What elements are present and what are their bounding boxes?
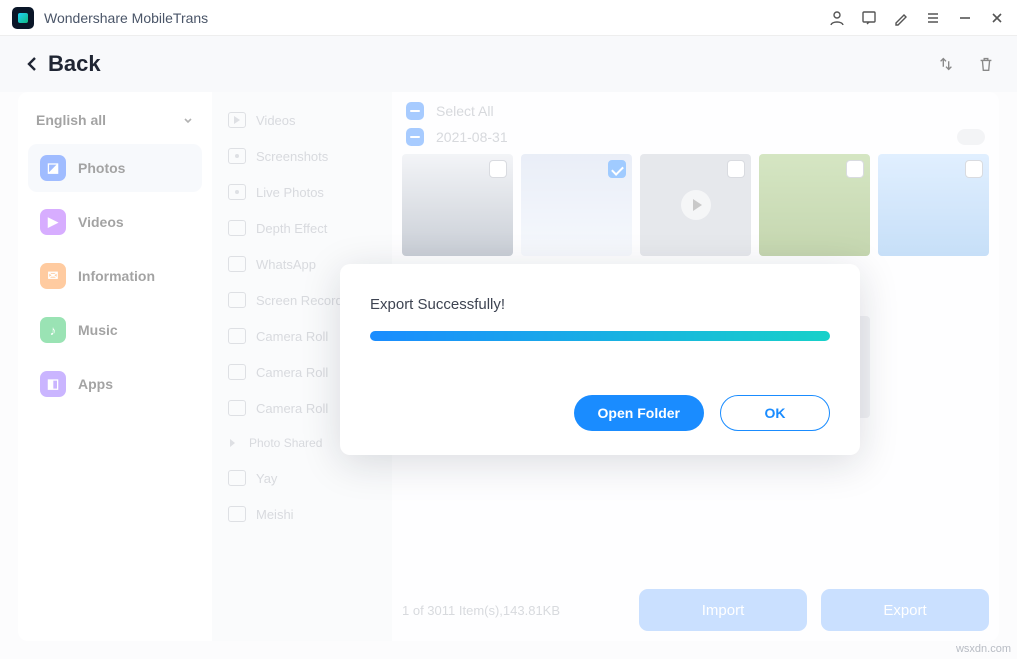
feedback-icon[interactable]	[861, 10, 877, 26]
thumb-checkbox[interactable]	[727, 160, 745, 178]
category-label: Videos	[256, 113, 296, 128]
language-selector[interactable]: English all	[28, 106, 202, 144]
play-icon	[681, 190, 711, 220]
trash-icon[interactable]	[977, 55, 995, 73]
chevron-left-icon	[22, 54, 42, 74]
select-all-label: Select All	[436, 103, 494, 119]
category-label: Camera Roll	[256, 365, 328, 380]
information-icon: ✉	[40, 263, 66, 289]
folder-icon	[228, 470, 246, 486]
open-folder-button[interactable]: Open Folder	[574, 395, 704, 431]
modal-title: Export Successfully!	[370, 296, 830, 313]
folder-icon	[228, 400, 246, 416]
category-label: Yay	[256, 471, 277, 486]
export-button[interactable]: Export	[821, 589, 989, 631]
select-all-checkbox[interactable]	[406, 102, 424, 120]
folder-icon	[228, 112, 246, 128]
sidebar-item-music[interactable]: ♪ Music	[28, 306, 202, 354]
sidebar-item-apps[interactable]: ◧ Apps	[28, 360, 202, 408]
app-title: Wondershare MobileTrans	[44, 10, 208, 26]
watermark: wsxdn.com	[956, 643, 1011, 655]
thumb-checkbox[interactable]	[489, 160, 507, 178]
category-label: Camera Roll	[256, 401, 328, 416]
account-icon[interactable]	[829, 10, 845, 26]
button-label: Open Folder	[598, 405, 680, 421]
content-footer: 1 of 3011 Item(s),143.81KB Import Export	[402, 579, 989, 631]
back-button[interactable]: Back	[22, 51, 101, 77]
sidebar-item-label: Apps	[78, 376, 113, 392]
selection-info: 1 of 3011 Item(s),143.81KB	[402, 603, 560, 618]
sidebar-item-photos[interactable]: ◪ Photos	[28, 144, 202, 192]
sidebar-item-label: Videos	[78, 214, 124, 230]
folder-icon	[228, 256, 246, 272]
category-label: Camera Roll	[256, 329, 328, 344]
music-icon: ♪	[40, 317, 66, 343]
thumb-checkbox[interactable]	[846, 160, 864, 178]
folder-icon	[228, 220, 246, 236]
back-label: Back	[48, 51, 101, 77]
topbar: Back	[0, 36, 1017, 92]
refresh-icon[interactable]	[937, 55, 955, 73]
category-label: Photo Shared	[249, 436, 322, 450]
close-icon[interactable]	[989, 10, 1005, 26]
category-yay[interactable]: Yay	[216, 460, 388, 496]
category-label: Meishi	[256, 507, 294, 522]
videos-icon: ▶	[40, 209, 66, 235]
sidebar-item-label: Information	[78, 268, 155, 284]
category-label: Live Photos	[256, 185, 324, 200]
date-count-badge	[957, 129, 985, 145]
thumbnail[interactable]	[640, 154, 751, 256]
titlebar: Wondershare MobileTrans	[0, 0, 1017, 36]
folder-icon	[228, 506, 246, 522]
minimize-icon[interactable]	[957, 10, 973, 26]
date-label: 2021-08-31	[436, 129, 508, 145]
category-label: WhatsApp	[256, 257, 316, 272]
thumb-checkbox[interactable]	[608, 160, 626, 178]
menu-icon[interactable]	[925, 10, 941, 26]
progress-bar	[370, 331, 830, 341]
edit-icon[interactable]	[893, 10, 909, 26]
category-meishi[interactable]: Meishi	[216, 496, 388, 532]
folder-icon	[228, 328, 246, 344]
chevron-down-icon	[182, 114, 194, 126]
thumbnail[interactable]	[402, 154, 513, 256]
thumbnail[interactable]	[521, 154, 632, 256]
folder-icon	[228, 364, 246, 380]
category-videos[interactable]: Videos	[216, 102, 388, 138]
thumbnail-grid	[402, 154, 989, 256]
category-label: Depth Effect	[256, 221, 327, 236]
folder-icon	[228, 292, 246, 308]
folder-icon	[228, 184, 246, 200]
sidebar-nav: English all ◪ Photos ▶ Videos ✉ Informat…	[18, 92, 212, 641]
category-depth-effect[interactable]: Depth Effect	[216, 210, 388, 246]
photos-icon: ◪	[40, 155, 66, 181]
sidebar-item-videos[interactable]: ▶ Videos	[28, 198, 202, 246]
app-logo	[12, 7, 34, 29]
sidebar-item-information[interactable]: ✉ Information	[28, 252, 202, 300]
sidebar-item-label: Photos	[78, 160, 125, 176]
category-live-photos[interactable]: Live Photos	[216, 174, 388, 210]
category-screenshots[interactable]: Screenshots	[216, 138, 388, 174]
thumbnail[interactable]	[759, 154, 870, 256]
export-success-modal: Export Successfully! Open Folder OK	[340, 264, 860, 455]
language-label: English all	[36, 112, 106, 128]
button-label: OK	[765, 405, 786, 421]
import-button[interactable]: Import	[639, 589, 807, 631]
thumbnail[interactable]	[878, 154, 989, 256]
chevron-right-icon	[230, 439, 235, 447]
sidebar-item-label: Music	[78, 322, 118, 338]
button-label: Import	[702, 602, 745, 619]
folder-icon	[228, 148, 246, 164]
category-label: Screenshots	[256, 149, 328, 164]
date-group-checkbox[interactable]	[406, 128, 424, 146]
thumb-checkbox[interactable]	[965, 160, 983, 178]
ok-button[interactable]: OK	[720, 395, 830, 431]
apps-icon: ◧	[40, 371, 66, 397]
button-label: Export	[883, 602, 926, 619]
